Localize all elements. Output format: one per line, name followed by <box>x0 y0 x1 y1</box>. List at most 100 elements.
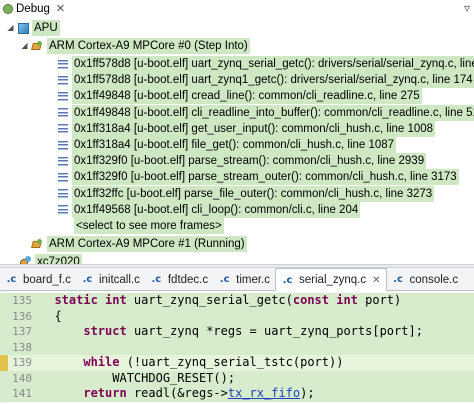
code-text: return readl(&regs->tx_rx_fifo); <box>40 386 315 402</box>
debug-view-tab[interactable]: Debug ✕ <box>0 0 69 17</box>
c-file-icon: .c <box>151 274 162 285</box>
editor-tab-label: timer.c <box>236 273 271 286</box>
line-number: 137 <box>12 325 32 338</box>
thread-suspended-icon <box>32 40 44 52</box>
more-frames-item[interactable]: <select to see more frames> <box>74 217 224 235</box>
line-number: 138 <box>12 340 32 354</box>
stack-frame-label: 0x1ff32ffc [u-boot.elf] parse_file_outer… <box>72 185 435 202</box>
code-text: while (!uart_zynq_serial_tstc(port)) <box>40 355 343 371</box>
code-text: WATCHDOG_RESET(); <box>40 371 235 387</box>
code-text: { <box>40 308 62 325</box>
stack-frame-icon <box>58 205 68 215</box>
more-frames-label: <select to see more frames> <box>74 218 224 234</box>
code-line[interactable]: 137 struct uart_zynq *regs = uart_zynq_p… <box>0 324 474 340</box>
stack-frame-icon <box>58 172 68 182</box>
code-token: port) <box>357 293 402 307</box>
code-line[interactable]: 138 <box>0 339 474 355</box>
stack-frame-label: 0x1ff329f0 [u-boot.elf] parse_stream(): … <box>72 153 427 170</box>
c-file-icon: .c <box>219 274 230 285</box>
stack-frame-icon <box>58 156 68 166</box>
editor-tab-label: board_f.c <box>23 273 71 286</box>
code-link[interactable]: tx_rx_fifo <box>228 386 300 400</box>
code-token: WATCHDOG_RESET(); <box>40 370 236 385</box>
thread-label: ARM Cortex-A9 MPCore #0 (Step Into) <box>47 38 250 54</box>
code-token: ); <box>300 386 315 400</box>
code-line[interactable]: 136 { <box>0 308 474 325</box>
editor-tab[interactable]: .c fdtdec.c <box>145 269 213 290</box>
code-text: static int uart_zynq_serial_getc(const i… <box>40 293 401 309</box>
tree-item-thread-0[interactable]: ◢ ARM Cortex-A9 MPCore #0 (Step Into) <box>20 37 250 55</box>
stack-frame-label: 0x1ff329f0 [u-boot.elf] parse_stream_out… <box>72 169 459 186</box>
editor-tab[interactable]: .c timer.c <box>213 269 275 290</box>
stack-frame-label: 0x1ff578d8 [u-boot.elf] uart_zynq_serial… <box>72 56 474 72</box>
stack-frame-icon <box>58 59 68 69</box>
stack-frame-label: 0x1ff578d8 [u-boot.elf] uart_zynq1_getc(… <box>72 72 474 89</box>
current-code-line[interactable]: 139 while (!uart_zynq_serial_tstc(port)) <box>0 355 474 371</box>
line-number: 139 <box>12 356 32 369</box>
close-icon[interactable]: ✕ <box>56 2 65 15</box>
code-keyword: struct <box>83 324 127 338</box>
view-menu-icon[interactable]: ▿ <box>464 1 470 15</box>
stack-frame-label: 0x1ff49848 [u-boot.elf] cli_readline_int… <box>72 104 474 121</box>
c-file-icon: .c <box>6 274 17 285</box>
stack-frame-icon <box>58 189 68 199</box>
launch-label: APU <box>32 20 60 36</box>
thread-running-icon <box>32 238 44 250</box>
line-number: 136 <box>12 309 32 323</box>
target-icon <box>20 256 32 264</box>
stack-frame-label: 0x1ff49568 [u-boot.elf] cli_loop(): comm… <box>72 201 361 218</box>
code-token: uart_zynq_serial_getc( <box>126 293 293 307</box>
stack-frame-icon <box>58 124 68 134</box>
expand-arrow-icon[interactable]: ◢ <box>6 19 15 37</box>
code-keyword: const int <box>292 293 358 307</box>
instruction-pointer-marker <box>0 355 8 371</box>
stack-frame-label: 0x1ff49848 [u-boot.elf] cread_line(): co… <box>72 88 422 105</box>
bug-icon <box>3 3 13 14</box>
tree-item-launch[interactable]: ◢ APU <box>6 19 60 37</box>
code-token: readl(&regs-> <box>126 386 228 400</box>
close-icon[interactable]: ✕ <box>372 275 380 286</box>
tree-item-thread-1[interactable]: ARM Cortex-A9 MPCore #1 (Running) <box>32 235 247 253</box>
launch-icon <box>18 22 29 34</box>
stack-frame-icon <box>58 91 68 101</box>
code-line[interactable]: 141 return readl(&regs->tx_rx_fifo); <box>0 386 474 402</box>
editor-tab[interactable]: .c console.c <box>387 269 464 290</box>
stack-frame-icon <box>58 140 68 150</box>
code-keyword: while <box>83 355 120 369</box>
editor-tab-label: initcall.c <box>98 273 140 286</box>
code-text: struct uart_zynq *regs = uart_zynq_ports… <box>40 324 423 340</box>
editor-tab-bar: .c board_f.c .c initcall.c .c fdtdec.c .c timer… <box>0 268 474 291</box>
c-file-icon: .c <box>282 274 293 286</box>
editor-tab[interactable]: .c serial_zynq.c ✕ <box>275 268 387 291</box>
expand-arrow-icon[interactable]: ◢ <box>20 37 29 55</box>
code-line[interactable]: 135 static int uart_zynq_serial_getc(con… <box>0 293 474 309</box>
code-token: (!uart_zynq_serial_tstc(port)) <box>119 355 344 369</box>
code-line[interactable]: 140 WATCHDOG_RESET(); <box>0 370 474 387</box>
c-file-icon: .c <box>393 274 403 285</box>
debug-view-tab-label: Debug <box>16 2 50 15</box>
editor-tab[interactable]: .c board_f.c <box>0 269 76 290</box>
editor-tab-label: console.c <box>409 273 459 286</box>
editor-tab-label: serial_zynq.c <box>299 274 367 286</box>
line-number: 140 <box>12 371 32 385</box>
line-number: 141 <box>12 387 32 400</box>
stack-frame-icon <box>58 75 68 85</box>
code-token: { <box>40 308 62 323</box>
stack-frame-icon <box>58 108 68 118</box>
stack-frame-label: 0x1ff318a4 [u-boot.elf] get_user_input()… <box>72 120 436 137</box>
code-keyword: static int <box>54 293 127 307</box>
target-label: xc7z020 <box>35 254 82 264</box>
debug-view: Debug ✕ ▿ ◢ APU ◢ ARM Cortex-A9 MPCore #… <box>0 0 474 264</box>
editor-tab[interactable]: .c initcall.c <box>76 269 145 290</box>
line-number: 135 <box>12 294 32 307</box>
editor-tab-label: fdtdec.c <box>167 273 209 286</box>
code-editor[interactable]: 135 static int uart_zynq_serial_getc(con… <box>0 291 474 404</box>
code-token: uart_zynq *regs = uart_zynq_ports[port]; <box>126 324 423 338</box>
tree-item-target[interactable]: xc7z020 <box>20 253 82 264</box>
code-keyword: return <box>83 386 127 400</box>
stack-frame-label: 0x1ff318a4 [u-boot.elf] file_get(): comm… <box>72 137 397 153</box>
